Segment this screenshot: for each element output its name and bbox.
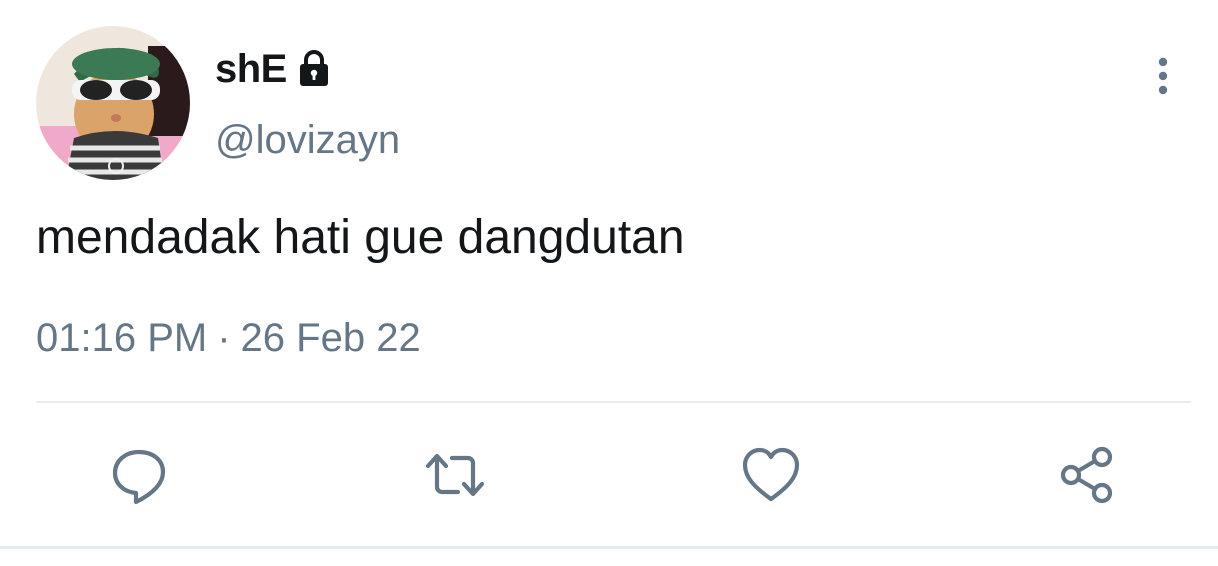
heart-icon bbox=[742, 447, 800, 502]
more-vertical-icon[interactable] bbox=[1148, 54, 1178, 98]
lock-icon bbox=[297, 49, 331, 89]
user-name-row: shE bbox=[215, 44, 331, 94]
tweet-card: shE @lovizayn mendadak hati gue dangduta… bbox=[0, 0, 1218, 566]
reply-button[interactable] bbox=[104, 440, 174, 510]
bottom-divider bbox=[0, 546, 1218, 549]
timestamp-separator: · bbox=[217, 316, 231, 360]
tweet-date: 26 Feb 22 bbox=[240, 316, 421, 360]
avatar[interactable] bbox=[36, 26, 190, 180]
retweet-icon bbox=[425, 453, 485, 497]
tweet-time: 01:16 PM bbox=[36, 316, 208, 360]
reply-icon bbox=[112, 449, 166, 505]
user-handle[interactable]: @lovizayn bbox=[215, 118, 400, 163]
tweet-text: mendadak hati gue dangdutan bbox=[36, 211, 685, 264]
share-button[interactable] bbox=[1052, 440, 1122, 510]
avatar-image bbox=[36, 26, 190, 180]
display-name[interactable]: shE bbox=[215, 47, 287, 92]
share-icon bbox=[1060, 446, 1113, 504]
tweet-timestamp[interactable]: 01:16 PM · 26 Feb 22 bbox=[36, 316, 421, 361]
like-button[interactable] bbox=[736, 440, 806, 510]
retweet-button[interactable] bbox=[420, 440, 490, 510]
divider bbox=[36, 401, 1191, 403]
